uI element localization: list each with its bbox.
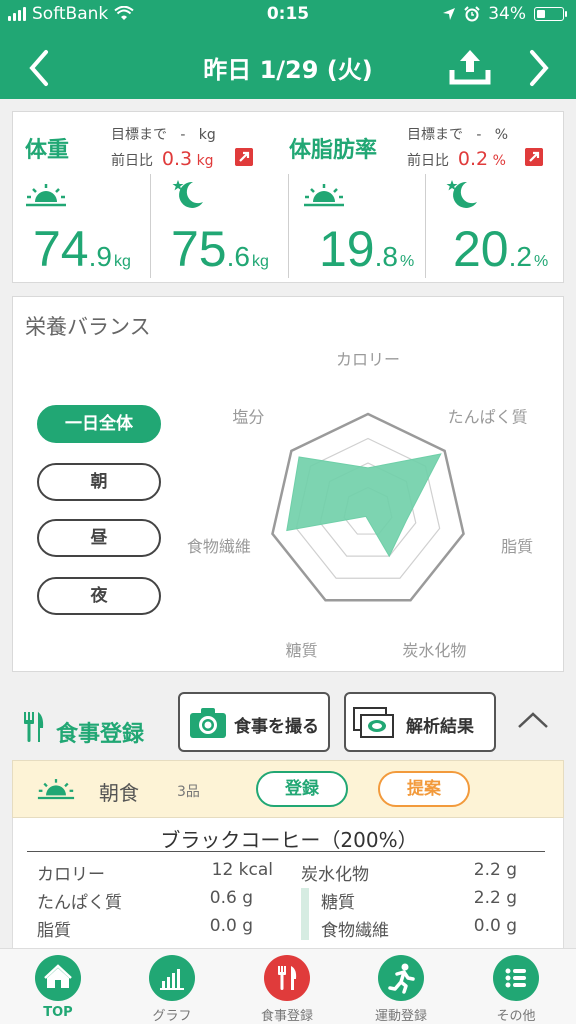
fork-knife-icon (24, 712, 44, 742)
nutrient-label: カロリー (37, 865, 105, 885)
moon-icon (446, 180, 477, 208)
tab-meal[interactable]: 食事登録 (237, 955, 337, 1024)
analysis-result-label: 解析結果 (406, 717, 474, 737)
meal-section-header: 食事登録 食事を撮る 解析結果 (0, 684, 576, 762)
moon-icon (172, 180, 203, 208)
weight-bodyfat-card[interactable]: 体重 目標まで - kg 前日比 0.3 kg 体脂肪率 目標まで - % 前日… (12, 111, 564, 283)
analysis-photos-icon (353, 707, 394, 738)
radar-axis-label: 脂質 (501, 537, 533, 556)
nutrient-value: 0.6 g (209, 888, 253, 908)
next-day-icon[interactable] (524, 48, 554, 88)
meal-section-label: 食事登録 (56, 722, 145, 747)
nutrient-value: 0.0 g (209, 916, 253, 936)
weight-night-value: 75.6 kg (171, 221, 269, 277)
battery-percent: 34% (488, 4, 526, 24)
nutrient-value: 0.0 g (473, 916, 517, 936)
period-all-day-button[interactable]: 一日全体 (37, 405, 161, 443)
home-icon (35, 955, 81, 1001)
camera-icon (190, 708, 226, 738)
nutrient-label: 食物繊維 (321, 921, 389, 941)
nav-bar: 昨日 1/29 (火) (0, 34, 576, 96)
bottom-tab-bar: TOP グラフ 食事登録 運動登録 その他 (0, 948, 576, 1024)
bodyfat-morning-value: 19.8% (319, 221, 415, 277)
nutrient-value: 12 kcal (211, 860, 273, 880)
food-item-card[interactable]: ブラックコーヒー（200%） カロリー 12 kcal たんぱく質 0.6 g … (12, 818, 564, 948)
period-noon-button[interactable]: 昼 (37, 519, 161, 557)
tab-other[interactable]: その他 (466, 955, 566, 1024)
nutrition-radar-chart: カロリーたんぱく質脂質炭水化物 糖質 食物繊維 塩分 (187, 350, 533, 660)
location-icon (443, 8, 456, 20)
tab-label: 運動登録 (374, 1009, 427, 1024)
nutrient-value: 2.2 g (473, 860, 517, 880)
nutrient-label: 脂質 (37, 921, 71, 941)
tab-label: TOP (43, 1005, 73, 1020)
suggest-breakfast-button[interactable]: 提案 (378, 771, 470, 807)
nutrition-balance-card: 栄養バランス 一日全体 朝 昼 夜 カロリーたんぱく質脂質炭水化物 糖質 食物繊維 塩… (12, 296, 564, 672)
radar-axis-label: 塩分 (232, 408, 264, 427)
breakfast-item-count: 3品 (177, 784, 200, 800)
analysis-result-button[interactable]: 解析結果 (344, 692, 496, 752)
take-meal-photo-label: 食事を撮る (234, 717, 319, 737)
weight-diff: 前日比 0.3 kg (111, 148, 214, 170)
radar-axis-label: カロリー (336, 350, 400, 369)
food-name: ブラックコーヒー（200%） (160, 828, 418, 852)
radar-axis-label: 炭水化物 (402, 641, 466, 660)
radar-data-area (286, 453, 442, 558)
nutrient-value: 2.2 g (473, 888, 517, 908)
bodyfat-up-arrow-icon (525, 148, 543, 166)
fork-knife-icon (264, 955, 310, 1001)
radar-axis-label: 食物繊維 (187, 537, 251, 556)
tab-graph[interactable]: グラフ (122, 955, 222, 1024)
radar-axis-label: 糖質 (286, 641, 318, 660)
alarm-icon (464, 6, 480, 22)
nutrient-label: 糖質 (321, 893, 355, 913)
breakfast-label: 朝食 (99, 781, 139, 805)
tab-label: グラフ (152, 1009, 192, 1024)
tab-label: その他 (496, 1009, 536, 1024)
weight-title: 体重 (25, 138, 70, 163)
weight-target: 目標まで - kg (111, 127, 216, 143)
sunrise-icon (37, 779, 75, 800)
sub-nutrient-indicator (301, 888, 309, 940)
top-bar: SoftBank 0:15 34% 昨日 1/29 (火) (0, 0, 576, 99)
take-meal-photo-button[interactable]: 食事を撮る (178, 692, 330, 752)
bodyfat-diff: 前日比 0.2 % (407, 148, 506, 170)
weight-morning-value: 74.9 kg (33, 221, 131, 277)
weight-up-arrow-icon (235, 148, 253, 166)
runner-icon (378, 955, 424, 1001)
chevron-up-icon[interactable] (516, 710, 550, 730)
share-upload-icon[interactable] (448, 46, 492, 86)
tab-label: 食事登録 (260, 1009, 313, 1024)
bodyfat-title: 体脂肪率 (289, 138, 378, 163)
bodyfat-target: 目標まで - % (407, 127, 509, 143)
period-morning-button[interactable]: 朝 (37, 463, 161, 501)
tab-top[interactable]: TOP (8, 955, 108, 1023)
nutrient-label: たんぱく質 (37, 893, 122, 913)
graph-icon (149, 955, 195, 1001)
nutrition-title: 栄養バランス (25, 315, 151, 339)
list-icon (493, 955, 539, 1001)
battery-icon (534, 7, 567, 21)
breakfast-row[interactable]: 朝食 3品 登録 提案 (12, 760, 564, 818)
bodyfat-night-value: 20.2% (453, 221, 549, 277)
sunrise-icon (26, 184, 66, 207)
register-breakfast-button[interactable]: 登録 (256, 771, 348, 807)
sunrise-icon (304, 184, 344, 207)
radar-axis-label: たんぱく質 (448, 408, 528, 427)
period-night-button[interactable]: 夜 (37, 577, 161, 615)
status-bar: SoftBank 0:15 34% (0, 4, 576, 28)
tab-exercise[interactable]: 運動登録 (351, 955, 451, 1024)
nutrient-label: 炭水化物 (301, 865, 369, 885)
